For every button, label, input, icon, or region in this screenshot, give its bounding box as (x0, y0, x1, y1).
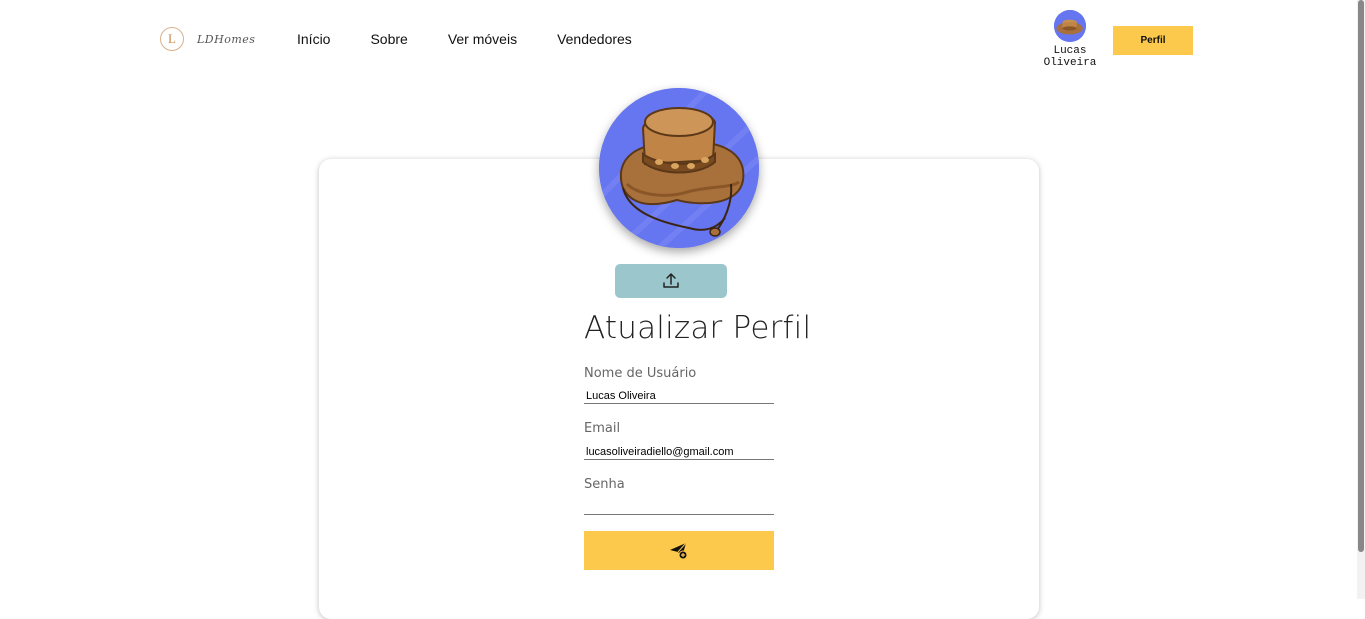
cowboy-hat-icon (599, 88, 759, 248)
nav-link-sobre[interactable]: Sobre (370, 31, 407, 47)
profile-avatar (599, 88, 759, 248)
submit-button[interactable] (584, 531, 774, 570)
user-avatar[interactable] (1054, 10, 1086, 42)
nav-link-inicio[interactable]: Início (297, 31, 330, 47)
logo-mark: L (160, 27, 184, 51)
form-title: Atualizar Perfil (584, 310, 812, 346)
username-label: Nome de Usuário (584, 366, 697, 381)
cowboy-hat-icon (1054, 10, 1086, 42)
send-icon (670, 542, 688, 559)
email-label: Email (584, 421, 621, 436)
email-input[interactable] (584, 444, 774, 460)
username-input[interactable] (584, 388, 774, 404)
nav-link-vendedores[interactable]: Vendedores (557, 31, 632, 47)
logo[interactable]: L LDHomes (160, 27, 255, 51)
user-menu[interactable]: Lucas Oliveira (1040, 10, 1100, 69)
logo-text: LDHomes (197, 32, 256, 46)
password-label: Senha (584, 477, 625, 492)
user-last-name: Oliveira (1043, 57, 1097, 69)
nav-link-ver-moveis[interactable]: Ver móveis (448, 31, 517, 47)
upload-icon (663, 273, 679, 288)
main-nav: Início Sobre Ver móveis Vendedores (297, 31, 672, 47)
scrollbar-thumb[interactable] (1358, 0, 1364, 552)
upload-photo-button[interactable] (615, 264, 727, 298)
profile-button[interactable]: Perfil (1113, 26, 1193, 55)
password-input[interactable] (584, 499, 774, 515)
page-scrollbar[interactable] (1357, 0, 1365, 599)
user-first-name: Lucas (1053, 45, 1087, 57)
